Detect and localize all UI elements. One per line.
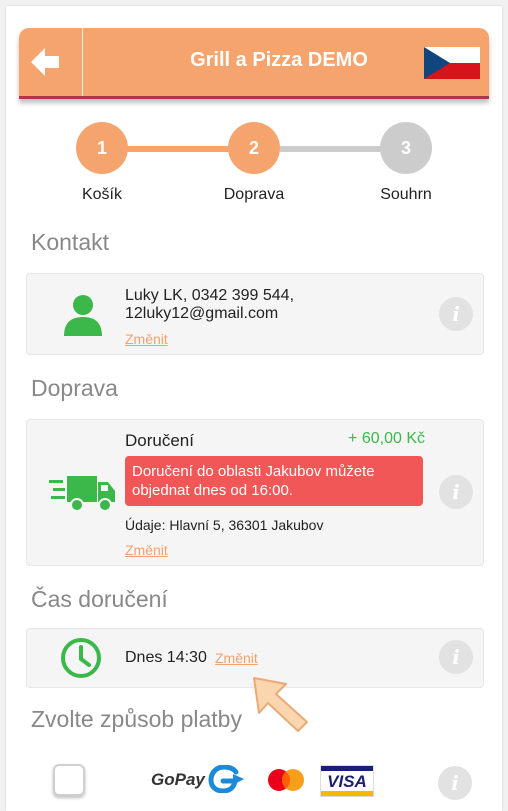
step-connector-1-2 [126,146,234,152]
back-button[interactable] [19,28,83,96]
mastercard-icon [262,764,310,796]
contact-line-1: Luky LK, 0342 399 544, [125,287,295,304]
delivery-info-button[interactable]: i [439,475,473,509]
contact-line-2: 12luky12@gmail.com [125,305,279,322]
step-1-label: Košík [81,186,122,203]
app-header: Grill a Pizza DEMO [19,28,489,99]
payment-checkbox[interactable] [53,764,85,796]
checkout-stepper: 1 2 3 Košík Doprava Souhrn [6,122,502,212]
delivery-time-value: Dnes 14:30 [125,649,207,666]
visa-label: VISA [327,772,367,791]
contact-card: Luky LK, 0342 399 544, 12luky12@gmail.co… [26,273,484,355]
payment-info-button[interactable]: i [438,766,472,800]
visa-icon: VISA [320,765,374,797]
contact-change-link[interactable]: Změnit [125,331,168,347]
delivery-time-section-title: Čas doručení [31,586,168,612]
delivery-price: + 60,00 Kč [348,430,425,447]
delivery-truck-icon [49,476,115,512]
delivery-details: Údaje: Hlavní 5, 36301 Jakubov [125,517,324,533]
gopay-logo: GoPay [151,770,205,789]
payment-section-title: Zvolte způsob platby [31,706,242,732]
payment-row: GoPay VISA i [26,754,482,811]
delivery-change-link[interactable]: Změnit [125,542,168,558]
delivery-alert: Doručení do oblasti Jakubov můžete objed… [125,456,423,506]
contact-section-title: Kontakt [31,229,109,255]
step-2-label: Doprava [223,186,285,203]
step-2-circle[interactable]: 2 [228,122,280,174]
delivery-time-change-link[interactable]: Změnit [215,650,258,666]
delivery-card: Doručení + 60,00 Kč Doručení do oblasti … [26,419,484,566]
step-3-circle[interactable]: 3 [380,122,432,174]
step-connector-2-3 [280,146,388,152]
contact-info-button[interactable]: i [439,297,473,331]
pointer-arrow-icon [253,677,308,732]
gopay-g-icon [208,765,244,793]
delivery-method: Doručení [125,431,194,450]
restaurant-title: Grill a Pizza DEMO [190,49,368,71]
delivery-section-title: Doprava [31,375,118,401]
checkout-page: Grill a Pizza DEMO 1 2 3 Košík Doprava S… [6,6,502,811]
clock-icon [61,638,101,678]
user-icon [64,295,102,336]
delivery-time-info-button[interactable]: i [439,640,473,674]
arrow-left-icon [31,48,59,76]
step-1-circle[interactable]: 1 [76,122,128,174]
step-3-label: Souhrn [380,186,432,203]
czech-flag-icon[interactable] [424,47,480,79]
